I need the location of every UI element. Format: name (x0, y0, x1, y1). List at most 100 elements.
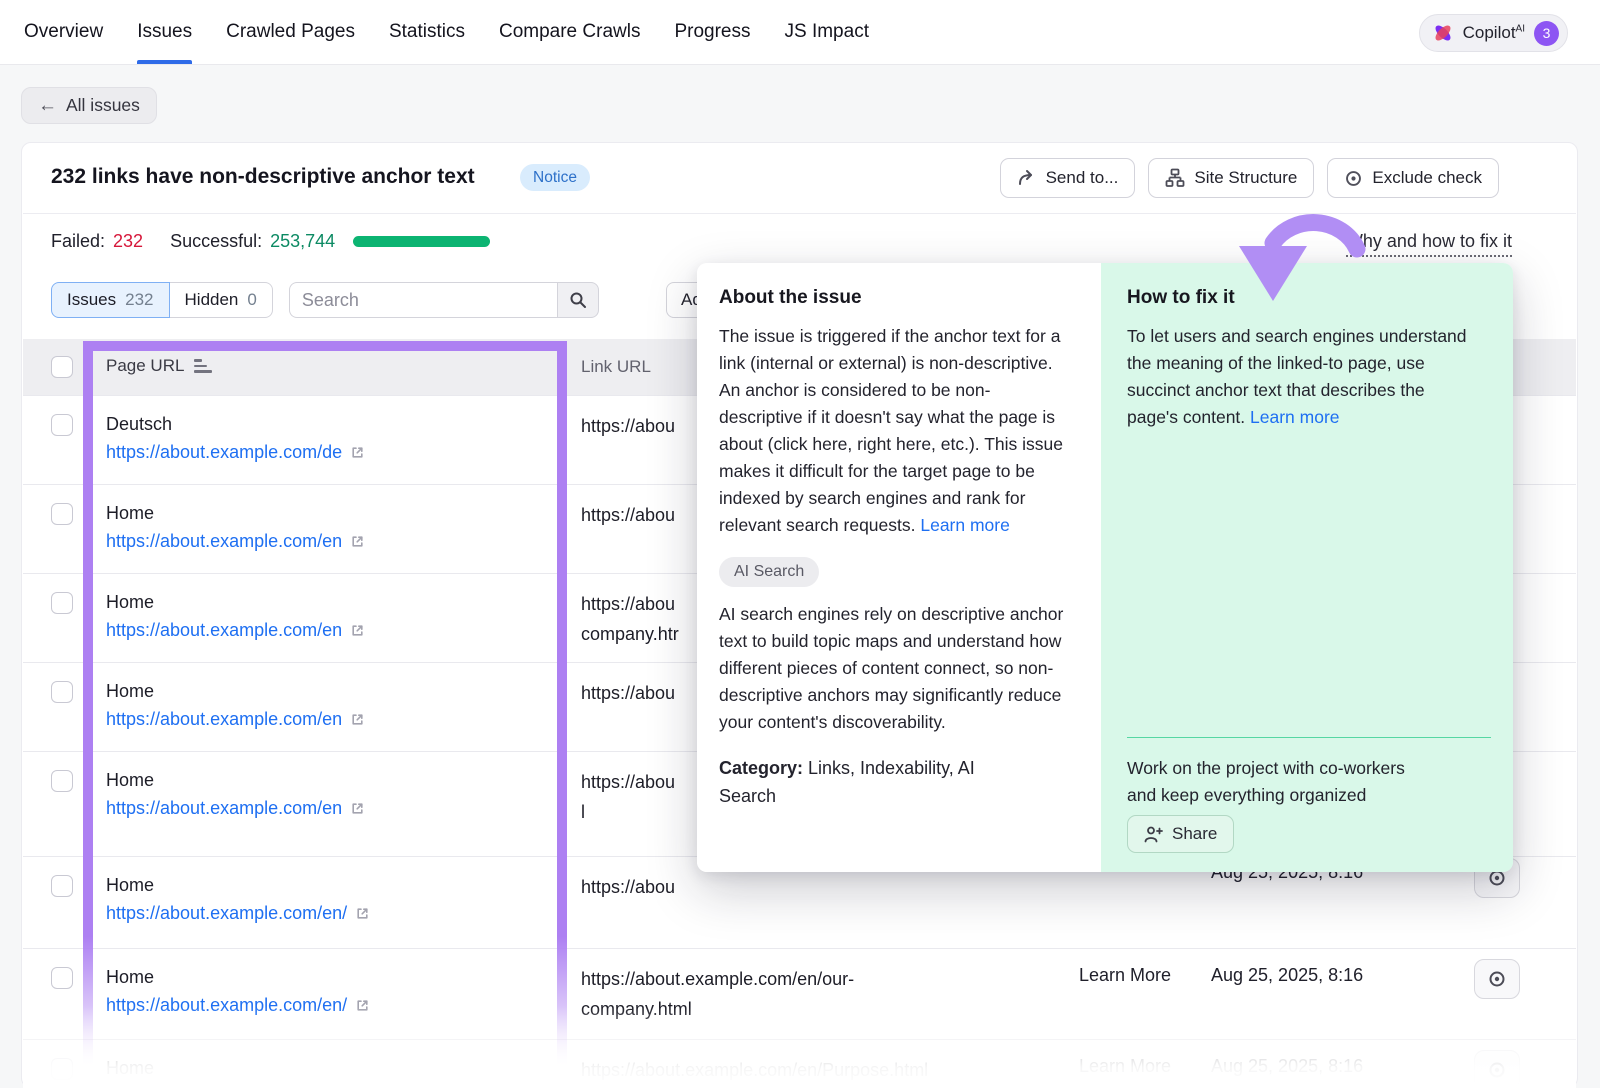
column-header-link-url[interactable]: Link URL (581, 357, 651, 377)
share-promo-text: Work on the project with co-workers and … (1127, 755, 1437, 809)
tab-compare-crawls[interactable]: Compare Crawls (499, 0, 640, 64)
page-title: Home (106, 767, 365, 793)
about-description: The issue is triggered if the anchor tex… (719, 323, 1073, 539)
tab-statistics[interactable]: Statistics (389, 0, 465, 64)
filters-row: Issues 232 Hidden 0 (51, 282, 599, 318)
hide-row-eye-button[interactable] (1474, 959, 1520, 999)
site-audit-issue-page: Overview Issues Crawled Pages Statistics… (0, 0, 1600, 1088)
category-line: Category: Links, Indexability, AI Search (719, 754, 1019, 810)
progress-bar (353, 236, 490, 247)
issues-filter-tab[interactable]: Issues 232 (51, 282, 170, 318)
person-plus-icon (1144, 825, 1163, 844)
external-link-icon (350, 801, 365, 816)
row-checkbox[interactable] (51, 681, 73, 703)
nav-tabs: Overview Issues Crawled Pages Statistics… (0, 0, 903, 64)
learn-more-link[interactable]: Learn More (1079, 1056, 1171, 1077)
ai-search-description: AI search engines rely on descriptive an… (719, 601, 1073, 736)
eye-icon (1487, 969, 1507, 989)
failed-label: Failed: (51, 231, 105, 252)
page-title: Home (106, 964, 370, 990)
issue-actions: Send to... Site Structure Exclude check (1000, 158, 1499, 198)
issue-info-overlay: About the issue The issue is triggered i… (697, 263, 1513, 872)
page-url-column-highlight (83, 341, 93, 1067)
row-checkbox[interactable] (51, 503, 73, 525)
sort-icon (194, 359, 212, 373)
page-url-cell: Home https://about.example.com/en/ (106, 964, 370, 1020)
send-to-button[interactable]: Send to... (1000, 158, 1136, 198)
page-url-cell: Home https://about.example.com/en/ (106, 1055, 370, 1088)
page-url-link[interactable]: https://about.example.com/en/ (106, 990, 347, 1020)
external-link-icon (355, 906, 370, 921)
tab-crawled-pages[interactable]: Crawled Pages (226, 0, 355, 64)
link-url-cell: https://about.example.com/en/our-company… (581, 964, 943, 1024)
tab-progress[interactable]: Progress (674, 0, 750, 64)
eye-icon (1487, 1060, 1507, 1080)
page-title: Home (106, 500, 365, 526)
page-url-cell: Home https://about.example.com/en (106, 678, 365, 734)
exclude-check-button[interactable]: Exclude check (1327, 158, 1499, 198)
send-to-icon (1017, 168, 1037, 188)
external-link-icon (355, 998, 370, 1013)
page-url-link[interactable]: https://about.example.com/en (106, 704, 342, 734)
copilot-label: CopilotAI (1463, 23, 1525, 43)
copilot-logo-icon (1432, 22, 1454, 44)
page-title: Home (106, 872, 370, 898)
row-checkbox[interactable] (51, 1058, 73, 1080)
page-url-cell: Home https://about.example.com/en (106, 500, 365, 556)
about-learn-more-link[interactable]: Learn more (920, 515, 1010, 535)
page-url-link[interactable]: https://about.example.com/en/ (106, 1081, 347, 1088)
row-checkbox[interactable] (51, 592, 73, 614)
all-issues-back-button[interactable]: ← All issues (21, 87, 157, 124)
search-input[interactable] (289, 282, 557, 318)
site-structure-button[interactable]: Site Structure (1148, 158, 1314, 198)
fix-title: How to fix it (1127, 287, 1489, 309)
row-checkbox[interactable] (51, 967, 73, 989)
page-url-column-highlight (83, 341, 567, 351)
hidden-filter-tab[interactable]: Hidden 0 (170, 282, 273, 318)
tab-overview[interactable]: Overview (24, 0, 103, 64)
column-header-page-url[interactable]: Page URL (106, 356, 212, 376)
page-url-link[interactable]: https://about.example.com/en (106, 526, 342, 556)
fix-panel-divider (1127, 737, 1491, 738)
top-nav: Overview Issues Crawled Pages Statistics… (0, 0, 1600, 65)
row-checkbox[interactable] (51, 414, 73, 436)
hidden-count: 0 (247, 290, 256, 310)
page-title: Deutsch (106, 411, 365, 437)
why-how-to-fix-link[interactable]: Why and how to fix it (1346, 231, 1512, 257)
found-date-cell: Aug 25, 2025, 8:16 (1211, 1056, 1363, 1077)
external-link-icon (350, 534, 365, 549)
fix-description: To let users and search engines understa… (1127, 323, 1467, 431)
row-checkbox[interactable] (51, 770, 73, 792)
table-row: Home https://about.example.com/en/ https… (23, 1039, 1576, 1088)
fix-learn-more-link[interactable]: Learn more (1250, 407, 1340, 427)
tab-issues[interactable]: Issues (137, 0, 192, 64)
learn-more-link[interactable]: Learn More (1079, 965, 1171, 986)
page-title: Home (106, 589, 365, 615)
search-group (289, 282, 599, 318)
failed-value: 232 (113, 231, 143, 252)
notice-badge: Notice (520, 164, 590, 191)
hide-row-eye-button[interactable] (1474, 1050, 1520, 1088)
page-url-link[interactable]: https://about.example.com/en (106, 615, 342, 645)
page-url-link[interactable]: https://about.example.com/en/ (106, 898, 347, 928)
page-url-column-highlight (557, 341, 567, 1067)
link-url-cell: https://abou (581, 872, 943, 902)
select-all-checkbox[interactable] (51, 356, 73, 378)
page-title: Home (106, 678, 365, 704)
page-url-cell: Deutsch https://about.example.com/de (106, 411, 365, 467)
page-url-link[interactable]: https://about.example.com/de (106, 437, 342, 467)
copilot-button[interactable]: CopilotAI 3 (1419, 14, 1568, 52)
row-checkbox[interactable] (51, 875, 73, 897)
all-issues-label: All issues (66, 95, 140, 116)
tab-js-impact[interactable]: JS Impact (785, 0, 869, 64)
page-url-link[interactable]: https://about.example.com/en (106, 793, 342, 823)
ai-search-chip: AI Search (719, 557, 819, 587)
back-arrow-icon: ← (38, 96, 57, 115)
stats-row: Failed: 232 Successful: 253,744 (51, 231, 490, 252)
external-link-icon (350, 623, 365, 638)
issue-title: 232 links have non-descriptive anchor te… (51, 165, 475, 189)
issues-count: 232 (125, 290, 153, 310)
share-button[interactable]: Share (1127, 815, 1234, 853)
about-the-issue-panel: About the issue The issue is triggered i… (697, 263, 1101, 872)
search-button[interactable] (557, 282, 599, 318)
